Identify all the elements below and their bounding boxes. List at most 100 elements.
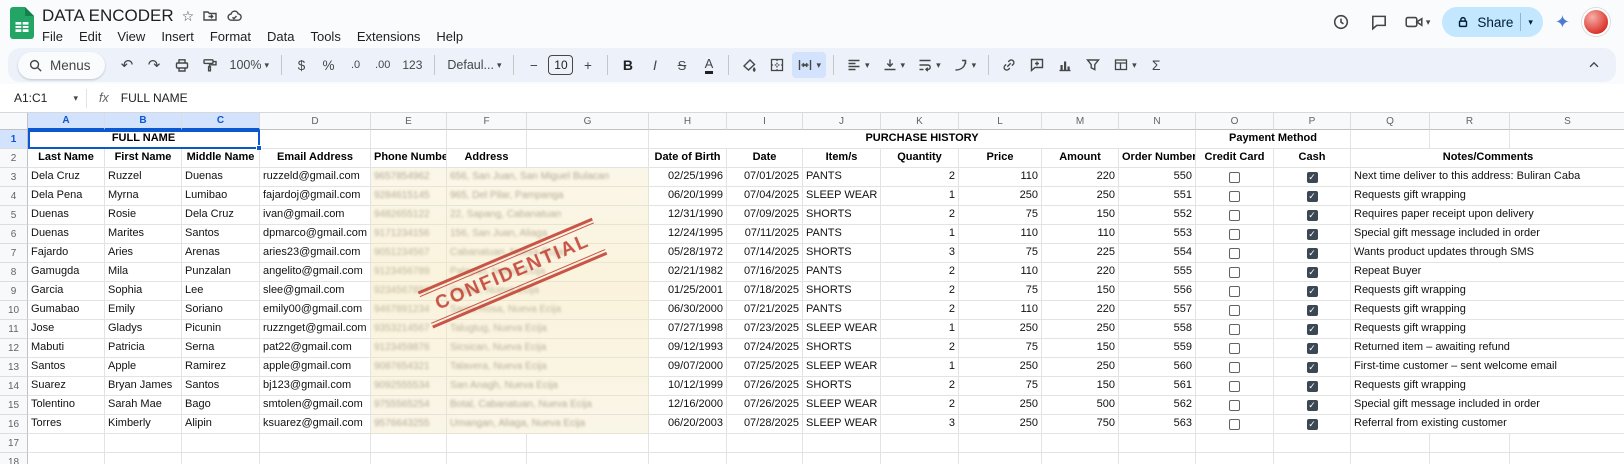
cell-G2[interactable] <box>527 149 649 168</box>
cell-B10[interactable]: Emily <box>105 301 182 320</box>
cell-E3[interactable]: 9657854962 <box>371 168 447 187</box>
sheets-logo-icon[interactable] <box>10 7 34 39</box>
cell-S1[interactable] <box>1510 130 1624 149</box>
cell-O4[interactable] <box>1196 187 1274 206</box>
gemini-sparkle-icon[interactable]: ✦ <box>1555 12 1570 33</box>
star-icon[interactable]: ☆ <box>182 8 195 25</box>
cell-M8[interactable]: 220 <box>1042 263 1119 282</box>
column-header-C[interactable]: C <box>182 113 260 130</box>
cell-C18[interactable] <box>182 453 260 464</box>
cell-K7[interactable]: 3 <box>881 244 959 263</box>
cell-A13[interactable]: Santos <box>28 358 105 377</box>
cell-O2[interactable]: Credit Card <box>1196 149 1274 168</box>
cell-J11[interactable]: SLEEP WEAR <box>803 320 881 339</box>
cell-N18[interactable] <box>1119 453 1196 464</box>
cell-B16[interactable]: Kimberly <box>105 415 182 434</box>
cell-K9[interactable]: 2 <box>881 282 959 301</box>
row-header-3[interactable]: 3 <box>0 168 28 187</box>
cell-C12[interactable]: Serna <box>182 339 260 358</box>
cell-O18[interactable] <box>1196 453 1274 464</box>
decrease-font-size-button[interactable]: − <box>521 52 546 78</box>
cell-N2[interactable]: Order Number <box>1119 149 1196 168</box>
cell-F11-G11[interactable]: Talugtug, Nueva Ecija <box>447 320 649 339</box>
meet-dropdown-icon[interactable]: ▾ <box>1426 17 1431 27</box>
cell-J10[interactable]: PANTS <box>803 301 881 320</box>
meet-video-button[interactable]: ▾ <box>1404 13 1431 31</box>
cell-K12[interactable]: 2 <box>881 339 959 358</box>
cell-I6[interactable]: 07/11/2025 <box>727 225 803 244</box>
cell-L17[interactable] <box>959 434 1042 453</box>
cell-J3[interactable]: PANTS <box>803 168 881 187</box>
cell-J12[interactable]: SHORTS <box>803 339 881 358</box>
cell-L9[interactable]: 75 <box>959 282 1042 301</box>
cell-E16[interactable]: 9576643255 <box>371 415 447 434</box>
cell-E1[interactable] <box>371 130 447 149</box>
name-box[interactable]: A1:C1 ▾ <box>0 91 86 105</box>
redo-button[interactable]: ↷ <box>142 52 167 78</box>
cell-H9[interactable]: 01/25/2001 <box>649 282 727 301</box>
move-folder-icon[interactable] <box>202 8 218 24</box>
cell-D16[interactable]: ksuarez@gmail.com <box>260 415 371 434</box>
column-header-O[interactable]: O <box>1196 113 1274 130</box>
cell-H5[interactable]: 12/31/1990 <box>649 206 727 225</box>
insert-chart-button[interactable] <box>1052 52 1078 78</box>
cell-Q11-S11[interactable]: Requests gift wrapping <box>1351 320 1624 339</box>
cell-A15[interactable]: Tolentino <box>28 396 105 415</box>
format-percent-button[interactable]: % <box>316 52 341 78</box>
row-header-11[interactable]: 11 <box>0 320 28 339</box>
cell-B6[interactable]: Marites <box>105 225 182 244</box>
cell-F14-G14[interactable]: San Anagh, Nueva Ecija <box>447 377 649 396</box>
cell-P7[interactable]: ✓ <box>1274 244 1351 263</box>
cell-J9[interactable]: SHORTS <box>803 282 881 301</box>
cell-I18[interactable] <box>727 453 803 464</box>
bold-button[interactable]: B <box>615 52 640 78</box>
checkbox-cash-row9[interactable]: ✓ <box>1306 285 1318 297</box>
column-header-H[interactable]: H <box>649 113 727 130</box>
cell-A12[interactable]: Mabuti <box>28 339 105 358</box>
row-header-4[interactable]: 4 <box>0 187 28 206</box>
cell-Q15-S15[interactable]: Special gift message included in order <box>1351 396 1624 415</box>
merge-cells-button[interactable]: ▾ <box>792 52 826 78</box>
row-header-5[interactable]: 5 <box>0 206 28 225</box>
cell-K13[interactable]: 1 <box>881 358 959 377</box>
cell-C10[interactable]: Soriano <box>182 301 260 320</box>
row-header-14[interactable]: 14 <box>0 377 28 396</box>
cell-P10[interactable]: ✓ <box>1274 301 1351 320</box>
column-header-B[interactable]: B <box>105 113 182 130</box>
column-header-N[interactable]: N <box>1119 113 1196 130</box>
cell-E2[interactable]: Phone Number <box>371 149 447 168</box>
cell-N16[interactable]: 563 <box>1119 415 1196 434</box>
cell-I16[interactable]: 07/28/2025 <box>727 415 803 434</box>
column-header-R[interactable]: R <box>1430 113 1510 130</box>
cell-S17[interactable] <box>1510 434 1624 453</box>
cell-Q4-S4[interactable]: Requests gift wrapping <box>1351 187 1624 206</box>
cell-F10-G10[interactable]: Santa Rosa, Nueva Ecija <box>447 301 649 320</box>
cell-E8[interactable]: 9123456789 <box>371 263 447 282</box>
cell-E18[interactable] <box>371 453 447 464</box>
row-header-13[interactable]: 13 <box>0 358 28 377</box>
cell-M10[interactable]: 220 <box>1042 301 1119 320</box>
cell-L15[interactable]: 250 <box>959 396 1042 415</box>
cell-B13[interactable]: Apple <box>105 358 182 377</box>
cell-D2[interactable]: Email Address <box>260 149 371 168</box>
cell-H18[interactable] <box>649 453 727 464</box>
cell-N4[interactable]: 551 <box>1119 187 1196 206</box>
profile-avatar[interactable] <box>1582 8 1610 36</box>
checkbox-credit-card-row3[interactable] <box>1229 171 1240 183</box>
cell-D6[interactable]: dpmarco@gmail.com <box>260 225 371 244</box>
cell-E7[interactable]: 9051234567 <box>371 244 447 263</box>
cell-H16[interactable]: 06/20/2003 <box>649 415 727 434</box>
cell-G18[interactable] <box>527 453 649 464</box>
insert-link-button[interactable] <box>996 52 1022 78</box>
cell-A11[interactable]: Jose <box>28 320 105 339</box>
cell-E15[interactable]: 9755565254 <box>371 396 447 415</box>
cell-R18[interactable] <box>1430 453 1510 464</box>
table-views-button[interactable]: ▾ <box>1108 52 1142 78</box>
cell-P3[interactable]: ✓ <box>1274 168 1351 187</box>
checkbox-credit-card-row11[interactable] <box>1229 323 1240 335</box>
cell-F9-G9[interactable]: Gapan, Nueva Ecija <box>447 282 649 301</box>
cell-K17[interactable] <box>881 434 959 453</box>
cell-P15[interactable]: ✓ <box>1274 396 1351 415</box>
cell-A1-C1[interactable]: FULL NAME <box>28 130 260 149</box>
cell-N6[interactable]: 553 <box>1119 225 1196 244</box>
